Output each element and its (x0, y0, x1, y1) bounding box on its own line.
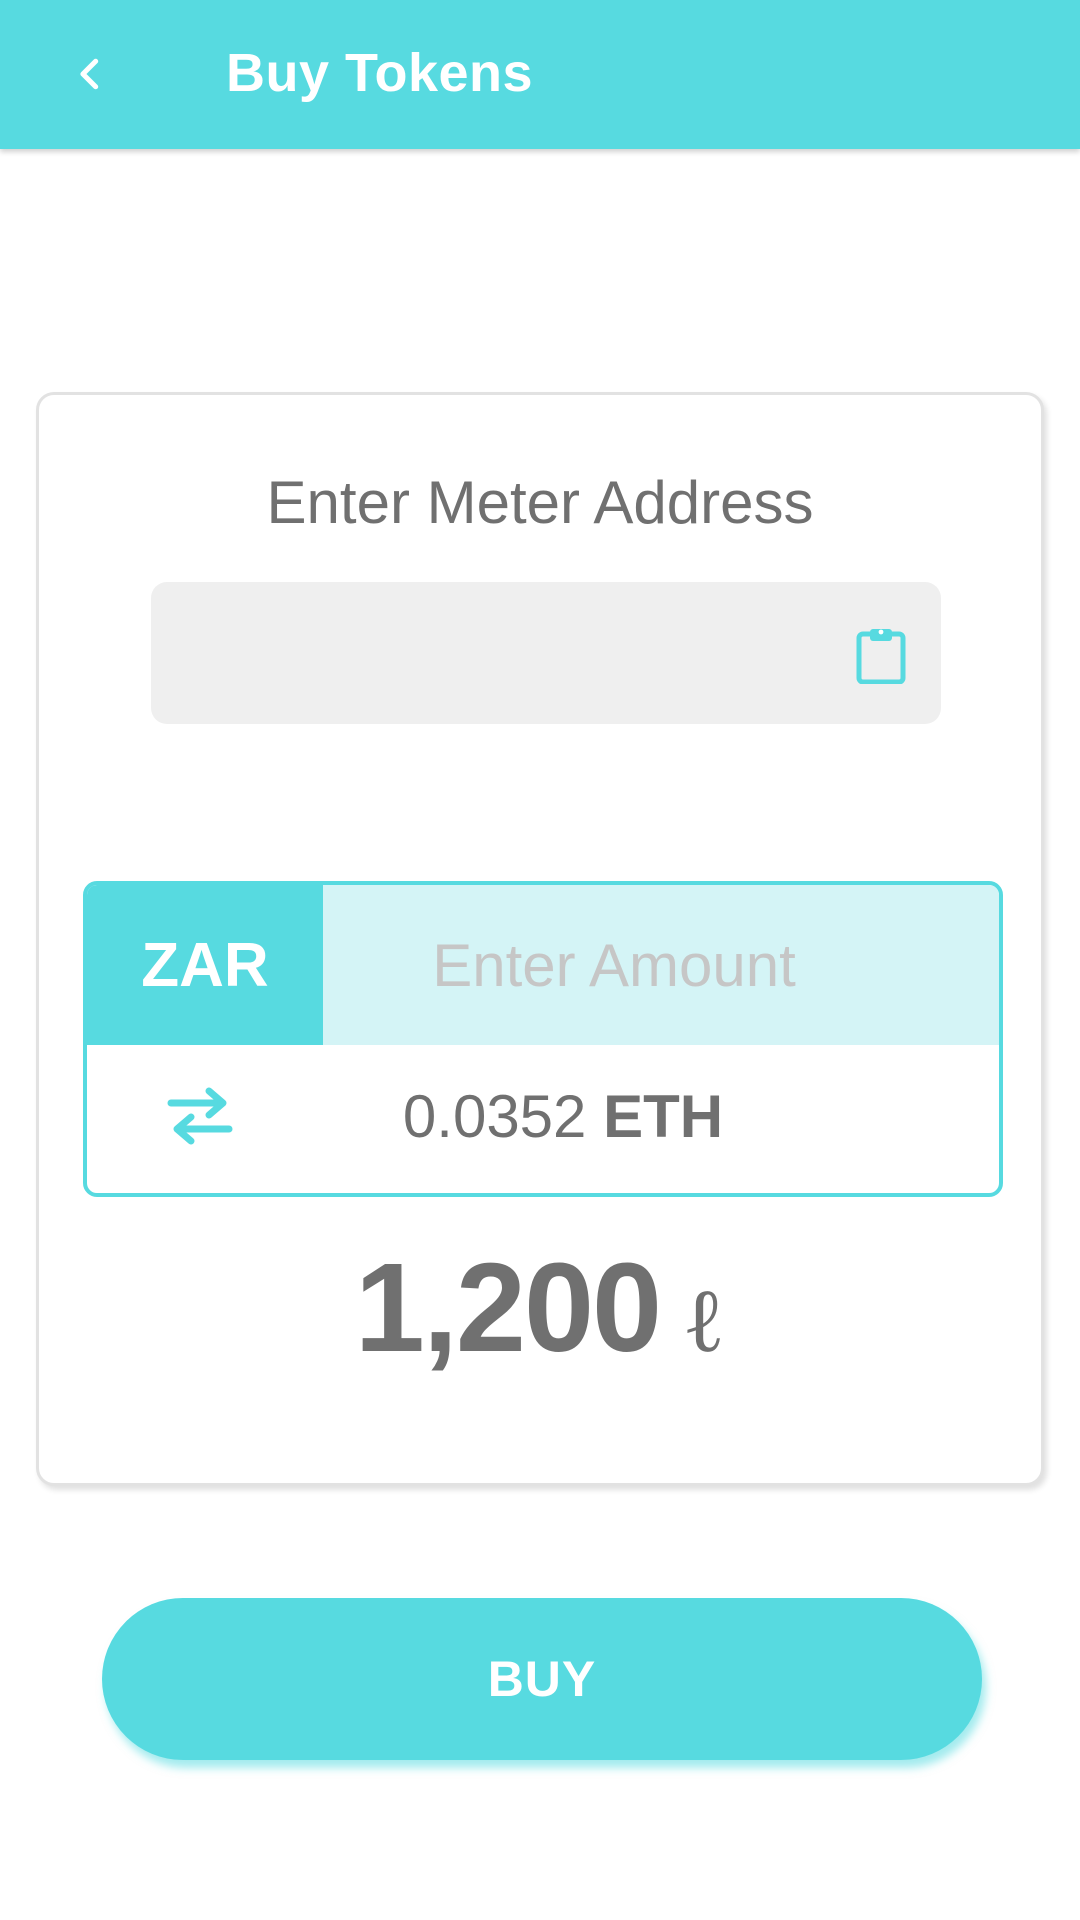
clipboard-icon (856, 629, 906, 685)
meter-address-field[interactable] (151, 582, 941, 726)
buy-button[interactable]: BUY (102, 1598, 982, 1760)
chevron-left-icon (80, 58, 99, 90)
converted-unit: ETH (603, 1083, 724, 1150)
token-total: 1,200 ℓ (39, 1235, 1041, 1380)
converted-amount: 0.0352 ETH (323, 1077, 803, 1157)
buy-tokens-screen: Buy Tokens Enter Meter Address ZAR Enter… (0, 0, 1080, 1920)
paste-button[interactable] (855, 626, 911, 685)
amount-field[interactable] (323, 885, 999, 1045)
meter-address-label: Enter Meter Address (266, 469, 814, 536)
token-unit-symbol: ℓ (682, 1268, 726, 1373)
meter-address-input[interactable] (175, 582, 859, 726)
amount-input[interactable] (323, 885, 999, 1045)
amount-converter: ZAR 0.0352 ETH (83, 881, 1003, 1197)
swap-arrows-icon (167, 1087, 233, 1145)
app-bar: Buy Tokens (0, 0, 1080, 149)
currency-label: ZAR (87, 885, 323, 1045)
converted-value: 0.0352 (402, 1083, 587, 1150)
back-button[interactable] (56, 40, 124, 108)
swap-currency-button[interactable] (165, 1085, 235, 1147)
page-title: Buy Tokens (226, 43, 534, 103)
purchase-card: Enter Meter Address ZAR Enter Amount 0.0… (36, 392, 1044, 1486)
token-total-value: 1,200 (354, 1237, 662, 1378)
